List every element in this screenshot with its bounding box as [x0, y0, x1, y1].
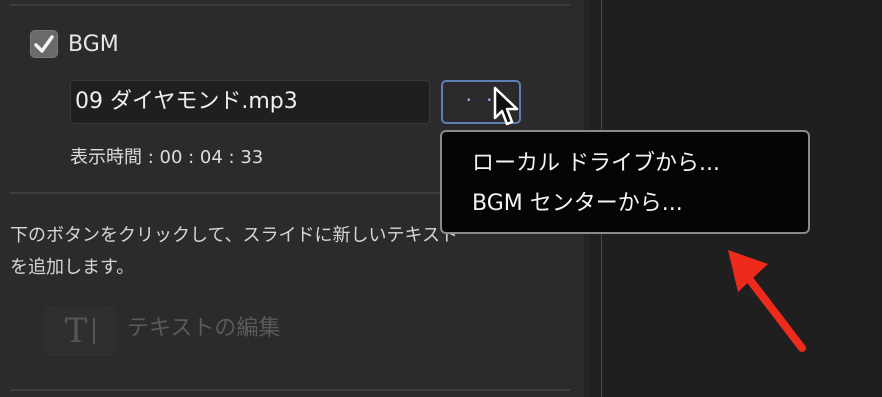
- bgm-toggle[interactable]: BGM: [30, 30, 119, 58]
- app-window: BGM 09 ダイヤモンド.mp3 表示時間 : 00 : 04 : 33 下の…: [0, 0, 882, 397]
- mouse-pointer-icon: [493, 86, 519, 126]
- bgm-checkbox[interactable]: [30, 30, 58, 58]
- text-description-line-2: を追加します。: [10, 257, 135, 278]
- text-t-glyph: T: [64, 311, 88, 351]
- menu-item-bgm-center[interactable]: BGM センターから...: [442, 184, 808, 224]
- text-cursor-bar: [93, 318, 96, 344]
- bgm-label: BGM: [68, 31, 119, 57]
- top-divider: [10, 4, 570, 6]
- bottom-divider: [10, 389, 570, 391]
- edit-text-label: テキストの編集: [127, 316, 281, 341]
- check-icon: [34, 35, 54, 53]
- text-t-icon: T: [45, 306, 115, 356]
- bgm-file-field[interactable]: 09 ダイヤモンド.mp3: [70, 80, 430, 124]
- red-arrow-icon: [728, 250, 806, 352]
- edit-text-button[interactable]: T テキストの編集: [45, 306, 280, 356]
- menu-item-local-drive[interactable]: ローカル ドライブから...: [442, 144, 808, 184]
- bgm-duration: 表示時間 : 00 : 04 : 33: [70, 147, 264, 168]
- browse-dropdown-menu: ローカル ドライブから... BGM センターから...: [440, 130, 810, 234]
